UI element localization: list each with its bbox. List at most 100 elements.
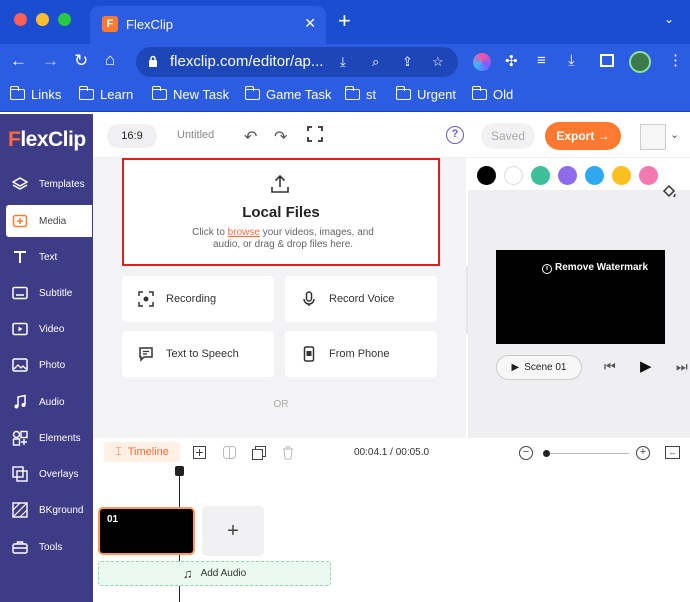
color-swatch-white[interactable] [504, 166, 523, 185]
local-files-dropzone[interactable]: Local Files Click to browse your videos,… [122, 158, 440, 266]
screen-record-icon [138, 291, 154, 307]
zoom-slider-handle[interactable] [543, 450, 550, 457]
user-avatar[interactable] [640, 124, 666, 150]
bookmark-st[interactable]: st [344, 86, 376, 102]
add-scene-icon[interactable] [193, 446, 206, 459]
bookmark-learn[interactable]: Learn [78, 86, 133, 102]
address-bar[interactable]: flexclip.com/editor/ap... ⤓ ⌕ ⇪ ☆ [136, 47, 458, 77]
sidebar-item-video[interactable]: Video [6, 313, 92, 345]
tab-search-chevron-icon[interactable]: ⌄ [664, 12, 674, 26]
redo-icon[interactable]: ↷ [274, 127, 287, 147]
media-control-icon[interactable]: ≡ [537, 52, 546, 69]
sidebar-item-bkground[interactable]: BKground [6, 494, 92, 526]
bookmark-urgent[interactable]: Urgent [395, 86, 456, 102]
side-panel-icon[interactable] [600, 54, 614, 67]
export-button[interactable]: Export → [545, 122, 621, 150]
sidebar-item-audio[interactable]: Audio [6, 386, 92, 418]
overlays-icon [11, 465, 29, 483]
sidebar-item-tools[interactable]: Tools [6, 531, 92, 563]
new-tab-button[interactable]: + [338, 10, 351, 32]
folder-icon [395, 86, 411, 100]
add-clip-button[interactable]: + [202, 506, 264, 556]
sidebar-item-label: Templates [39, 178, 85, 190]
close-tab-icon[interactable]: ✕ [304, 15, 316, 32]
bookmarks-bar: Links Learn New Task Game Task st Urgent… [0, 80, 690, 112]
split-icon[interactable] [223, 446, 236, 459]
play-small-icon: ▶ [511, 362, 520, 373]
maximize-window-button[interactable] [58, 13, 71, 26]
sidebar-item-label: BKground [39, 504, 84, 516]
paint-bucket-icon[interactable] [661, 184, 677, 200]
photo-icon [11, 356, 29, 374]
timeline-clip[interactable]: 01 [98, 507, 195, 555]
bookmark-links[interactable]: Links [9, 86, 61, 102]
bookmark-star-icon[interactable]: ☆ [432, 54, 444, 70]
zoom-out-icon[interactable]: − [519, 446, 533, 460]
color-swatch-yellow[interactable] [612, 166, 631, 185]
extension-colorful-icon[interactable] [473, 53, 491, 71]
sidebar-item-photo[interactable]: Photo [6, 349, 92, 381]
undo-icon[interactable]: ↶ [244, 127, 257, 147]
sidebar-item-subtitle[interactable]: Subtitle [6, 277, 92, 309]
color-swatch-purple[interactable] [558, 166, 577, 185]
chevron-down-icon[interactable]: ⌄ [670, 128, 679, 141]
aspect-ratio-button[interactable]: 16:9 [107, 124, 157, 148]
close-window-button[interactable] [14, 13, 27, 26]
scene-selector[interactable]: ▶ Scene 01 [496, 355, 582, 380]
recording-card[interactable]: Recording [122, 276, 274, 322]
skip-forward-icon[interactable]: ⏭ [676, 359, 688, 375]
browser-tab[interactable]: F FlexClip ✕ [90, 6, 326, 44]
color-swatch-pink[interactable] [639, 166, 658, 185]
play-icon[interactable]: ▶ [640, 357, 652, 375]
bookmark-new-task[interactable]: New Task [151, 86, 229, 102]
sidebar-item-label: Text [39, 251, 58, 263]
delete-trash-icon[interactable] [282, 446, 294, 460]
skip-back-icon[interactable]: ⏮ [604, 359, 616, 375]
profile-avatar-icon[interactable] [629, 51, 651, 73]
fullscreen-icon[interactable] [307, 126, 323, 142]
timeline-button[interactable]: ⌶ Timeline [104, 442, 180, 462]
bookmark-old[interactable]: Old [471, 86, 513, 102]
help-icon[interactable]: ? [446, 126, 464, 144]
upload-icon [271, 174, 289, 193]
sidebar-item-overlays[interactable]: Overlays [6, 458, 92, 490]
browse-link[interactable]: browse [228, 227, 260, 238]
flexclip-favicon-icon: F [102, 16, 118, 32]
sidebar-item-templates[interactable]: Templates [6, 168, 92, 200]
fit-width-icon[interactable]: ↔ [665, 446, 680, 459]
duplicate-icon[interactable] [252, 446, 266, 460]
browser-menu-icon[interactable]: ⋮ [668, 51, 683, 69]
saved-status-button[interactable]: Saved [481, 123, 535, 149]
bookmark-game-task[interactable]: Game Task [244, 86, 332, 102]
download-icon[interactable]: ⤓ [568, 52, 575, 69]
folder-icon [151, 86, 167, 100]
minimize-window-button[interactable] [36, 13, 49, 26]
color-swatch-black[interactable] [477, 166, 496, 185]
project-name[interactable]: Untitled [177, 129, 214, 141]
sidebar-item-text[interactable]: Text [6, 241, 92, 273]
from-phone-card[interactable]: From Phone [285, 331, 437, 377]
zoom-in-icon[interactable]: + [636, 446, 650, 460]
install-app-icon[interactable]: ⤓ [340, 54, 346, 70]
remove-watermark-button[interactable]: i Remove Watermark [542, 262, 648, 274]
sidebar-item-label: Subtitle [39, 287, 73, 299]
music-icon [11, 393, 29, 411]
toolbox-icon [11, 538, 29, 556]
back-arrow-icon[interactable]: ← [10, 52, 27, 70]
zoom-slider-track[interactable] [543, 453, 629, 454]
sidebar-item-label: Overlays [39, 468, 79, 480]
home-icon[interactable]: ⌂ [105, 51, 115, 69]
share-icon[interactable]: ⇪ [402, 54, 413, 70]
forward-arrow-icon[interactable]: → [42, 52, 59, 70]
record-voice-card[interactable]: Record Voice [285, 276, 437, 322]
playhead-handle[interactable] [175, 466, 184, 476]
sidebar-item-elements[interactable]: Elements [6, 422, 92, 454]
color-swatch-blue[interactable] [585, 166, 604, 185]
sidebar-item-media[interactable]: Media [6, 205, 92, 237]
extensions-puzzle-icon[interactable]: ✣ [505, 52, 518, 70]
color-swatch-green[interactable] [531, 166, 550, 185]
reload-icon[interactable]: ↻ [74, 52, 88, 70]
add-audio-track[interactable]: ♫ Add Audio [98, 561, 331, 586]
text-to-speech-card[interactable]: Text to Speech [122, 331, 274, 377]
zoom-icon[interactable]: ⌕ [372, 54, 379, 70]
